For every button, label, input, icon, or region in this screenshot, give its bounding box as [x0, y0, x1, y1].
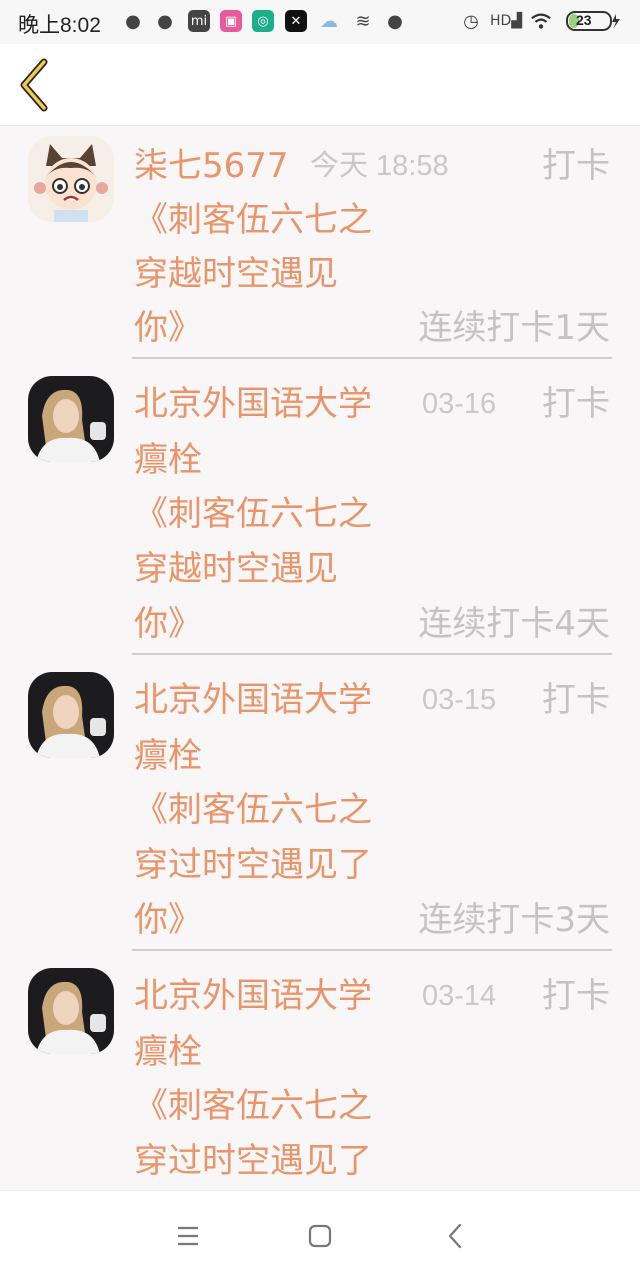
avatar[interactable] — [28, 376, 114, 462]
checkin-time: 03-16 — [422, 388, 497, 420]
divider — [132, 949, 612, 951]
system-nav-bar — [0, 1190, 640, 1280]
user-name: 北京外国语大学 — [134, 976, 372, 1016]
cartoon-avatar — [28, 136, 114, 222]
avatar[interactable] — [28, 672, 114, 758]
user-name: 癝栓 — [134, 440, 202, 480]
cloud-icon: ☁ — [320, 10, 338, 32]
book-title-line: 穿越时空遇见 — [134, 254, 338, 294]
chevron-left-icon — [20, 58, 48, 112]
capcut-icon: ✕ — [285, 10, 307, 32]
streak-label: 连续打卡3天 — [418, 900, 610, 940]
podcast-icon: ◎ — [252, 10, 274, 32]
user-name: 癝栓 — [134, 736, 202, 776]
drop-icon: ● — [387, 10, 403, 32]
streak-label: 连续打卡4天 — [418, 604, 610, 644]
wind-icon: ≋ — [355, 10, 371, 32]
wifi-icon — [530, 10, 552, 32]
book-title-line: 《刺客伍六七之 — [134, 200, 372, 240]
mi-store-icon: mi — [188, 10, 210, 32]
book-title-line: 你》 — [134, 900, 202, 940]
book-title-line: 你》 — [134, 604, 202, 644]
checkin-time: 今天 18:58 — [310, 150, 449, 182]
book-title-line: 《刺客伍六七之 — [134, 1086, 372, 1126]
divider — [132, 653, 612, 655]
checkin-label: 打卡 — [542, 976, 610, 1016]
user-name: 北京外国语大学 — [134, 384, 372, 424]
photo-avatar — [28, 968, 114, 1054]
system-back-button[interactable] — [430, 1211, 480, 1261]
menu-button[interactable] — [163, 1211, 213, 1261]
avatar[interactable] — [28, 136, 114, 222]
wechat-icon: ● — [157, 10, 173, 32]
list-item[interactable]: 北京外国语大学 癝栓 03-15 打卡 《刺客伍六七之 穿过时空遇见了 你》 连… — [0, 656, 640, 952]
book-title-line: 穿过时空遇见了 — [134, 1141, 372, 1181]
checkin-label: 打卡 — [542, 384, 610, 424]
home-button[interactable] — [295, 1211, 345, 1261]
user-name: 北京外国语大学 — [134, 680, 372, 720]
book-title-line: 你》 — [134, 308, 202, 348]
alarm-icon: ◷ — [463, 10, 479, 32]
back-icon — [448, 1223, 462, 1249]
checkin-label: 打卡 — [542, 146, 610, 186]
photo-avatar — [28, 672, 114, 758]
checkin-time: 03-15 — [422, 684, 497, 716]
back-button[interactable] — [14, 58, 62, 112]
app-header — [0, 44, 640, 126]
wechat-icon: ● — [125, 10, 141, 32]
photo-avatar — [28, 376, 114, 462]
menu-icon — [178, 1226, 198, 1246]
status-time: 晚上8:02 — [18, 14, 101, 37]
checkin-time: 03-14 — [422, 980, 497, 1012]
book-title-line: 穿越时空遇见 — [134, 549, 338, 589]
game-icon: ▣ — [220, 10, 242, 32]
checkin-label: 打卡 — [542, 680, 610, 720]
list-item[interactable]: 北京外国语大学 癝栓 03-14 打卡 《刺客伍六七之 穿过时空遇见了 — [0, 952, 640, 1190]
streak-label: 连续打卡1天 — [418, 308, 610, 348]
status-bar: 晚上8:02 ● ● mi ▣ ◎ ✕ ☁ ≋ ● ◷ HD▟ 23 — [0, 0, 640, 44]
user-name: 癝栓 — [134, 1032, 202, 1072]
book-title-line: 穿过时空遇见了 — [134, 845, 372, 885]
avatar[interactable] — [28, 968, 114, 1054]
book-title-line: 《刺客伍六七之 — [134, 790, 372, 830]
battery-level: 23 — [576, 12, 592, 28]
home-icon — [308, 1224, 332, 1248]
list-item[interactable]: 柒七5677 今天 18:58 打卡 《刺客伍六七之 穿越时空遇见 你》 连续打… — [0, 126, 640, 360]
book-title-line: 《刺客伍六七之 — [134, 494, 372, 534]
hd-signal-icon: HD▟ — [489, 13, 523, 29]
divider — [132, 357, 612, 359]
list-item[interactable]: 北京外国语大学 癝栓 03-16 打卡 《刺客伍六七之 穿越时空遇见 你》 连续… — [0, 360, 640, 656]
checkin-list: 柒七5677 今天 18:58 打卡 《刺客伍六七之 穿越时空遇见 你》 连续打… — [0, 126, 640, 1190]
